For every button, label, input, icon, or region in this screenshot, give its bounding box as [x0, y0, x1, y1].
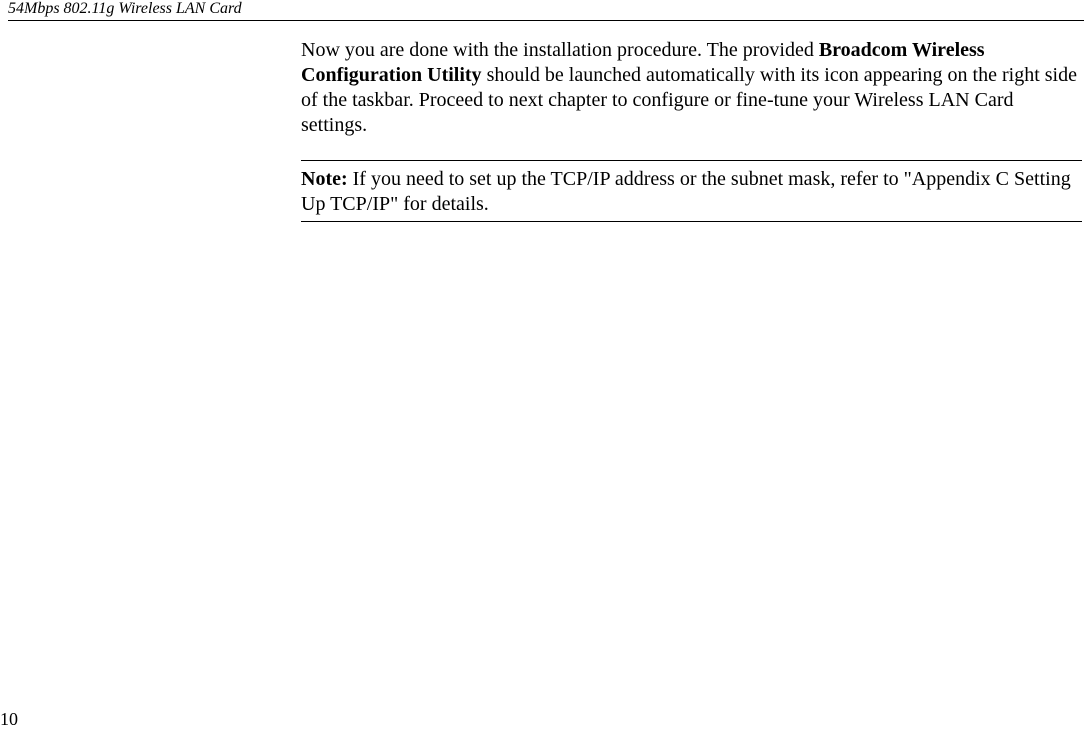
note-bottom-divider — [301, 221, 1082, 222]
note-label: Note: — [301, 168, 348, 190]
header-divider — [8, 20, 1084, 21]
header-title: 54Mbps 802.11g Wireless LAN Card — [8, 0, 242, 17]
page-number: 10 — [0, 709, 18, 730]
para-text-1: Now you are done with the installation p… — [301, 39, 819, 61]
page-number-text: 10 — [0, 709, 18, 729]
note-paragraph: Note: If you need to set up the TCP/IP a… — [301, 167, 1082, 217]
document-header: 54Mbps 802.11g Wireless LAN Card — [8, 0, 242, 18]
note-top-divider — [301, 160, 1082, 161]
note-text: If you need to set up the TCP/IP address… — [301, 168, 1071, 215]
main-content: Now you are done with the installation p… — [301, 38, 1082, 222]
main-paragraph: Now you are done with the installation p… — [301, 38, 1082, 138]
